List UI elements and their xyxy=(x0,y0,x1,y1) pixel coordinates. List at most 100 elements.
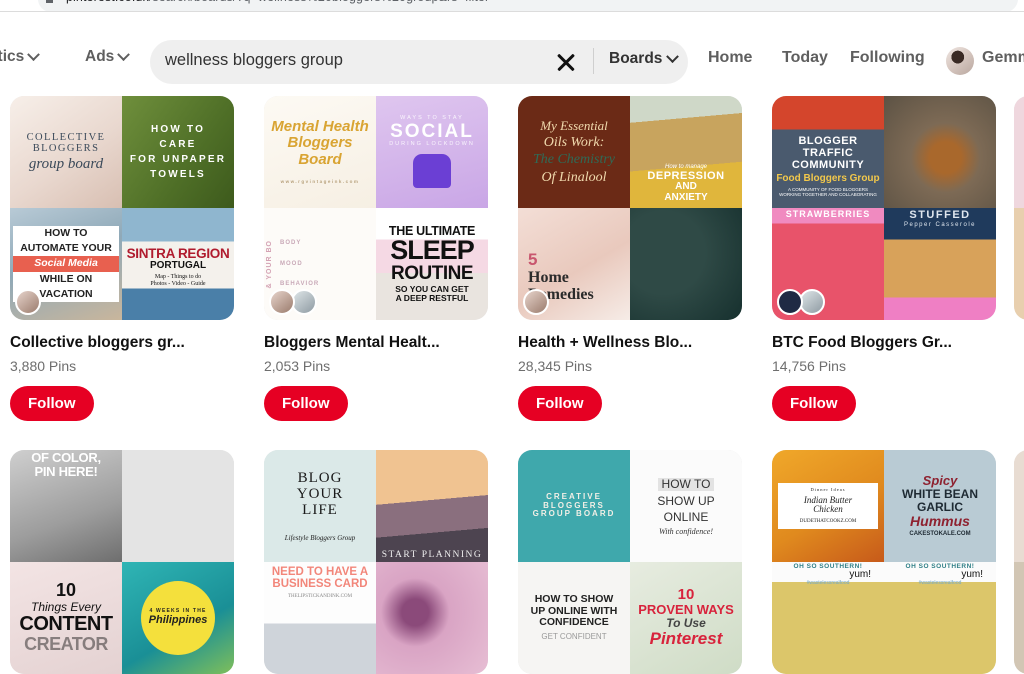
tile-line: 10 xyxy=(55,580,77,601)
contributor-avatar xyxy=(15,289,41,315)
contributor-avatar xyxy=(523,289,549,315)
follow-button[interactable]: Follow xyxy=(264,386,348,421)
tile-line: Bloggers Board xyxy=(287,134,353,168)
tile-line: Social Media xyxy=(13,256,119,272)
board-card[interactable]: CREATIVE BLOGGERS GROUP BOARD HOW TO SHO… xyxy=(518,450,742,674)
board-thumbnail-grid[interactable]: BLOG YOUR LIFE Lifestyle Bloggers Group … xyxy=(264,450,488,674)
board-card[interactable]: Mental Health Bloggers Board www.rgvinta… xyxy=(264,96,488,421)
nav-analytics[interactable]: alytics xyxy=(0,47,41,66)
tile-line: CONTENT xyxy=(19,612,113,635)
board-card[interactable] xyxy=(1014,96,1024,320)
tile-line: SHOW UP xyxy=(657,494,715,509)
thumb-tile: Spicy WHITE BEAN GARLIC Hummus CAKESTOKA… xyxy=(884,450,996,562)
tile-line: Home xyxy=(528,268,569,286)
tile-line: CAKESTOKALE.COM xyxy=(909,531,971,538)
thumb-tile xyxy=(1014,562,1024,674)
tile-line: YOUR xyxy=(296,486,344,503)
tile-line: Photos - Video - Guide xyxy=(150,280,206,287)
board-title[interactable]: Bloggers Mental Healt... xyxy=(264,334,488,352)
board-card[interactable]: OF COLOR, PIN HERE! 10 Things Every CONT… xyxy=(10,450,234,674)
nav-following[interactable]: Following xyxy=(850,49,925,67)
illustration-figure xyxy=(413,154,451,189)
board-title[interactable]: Collective bloggers gr... xyxy=(10,334,234,352)
thumb-tile: 4 WEEKS IN THE Philippines xyxy=(122,562,234,674)
nav-today[interactable]: Today xyxy=(782,49,828,67)
follow-button[interactable]: Follow xyxy=(10,386,94,421)
thumb-tile: OF COLOR, PIN HERE! xyxy=(10,450,122,562)
thumb-tile xyxy=(1014,450,1024,562)
thumb-tile xyxy=(376,562,488,674)
board-card[interactable]: Dinner Ideas Indian Butter Chicken DUDET… xyxy=(772,450,996,674)
tile-line: Spicy xyxy=(922,473,958,489)
thumb-tile: BLOGGER TRAFFIC COMMUNITY Food Bloggers … xyxy=(772,96,884,208)
tile-line: Things Every xyxy=(30,599,102,614)
tile-line: Dinner Ideas xyxy=(810,486,846,492)
tile-line: PIN HERE! xyxy=(34,464,98,480)
board-thumbnail-grid[interactable]: CREATIVE BLOGGERS GROUP BOARD HOW TO SHO… xyxy=(518,450,742,674)
pinterest-header: alytics Ads wellness bloggers group Boar… xyxy=(0,12,1024,84)
board-card[interactable] xyxy=(1014,450,1024,674)
board-thumbnail-grid[interactable]: Dinner Ideas Indian Butter Chicken DUDET… xyxy=(772,450,996,674)
url-domain: pinterest.co.uk xyxy=(66,0,149,4)
tile-line: WHILE ON xyxy=(13,271,119,287)
thumb-tile: START PLANNING xyxy=(376,450,488,562)
boards-filter-dropdown[interactable]: Boards xyxy=(609,49,680,68)
follow-button[interactable]: Follow xyxy=(518,386,602,421)
board-thumbnail-grid[interactable] xyxy=(1014,450,1024,674)
username-label[interactable]: Gemma xyxy=(982,49,1024,67)
tile-line: A DEEP RESTFUL xyxy=(395,293,469,304)
avatar[interactable] xyxy=(946,47,974,75)
board-card[interactable]: BLOG YOUR LIFE Lifestyle Bloggers Group … xyxy=(264,450,488,674)
board-thumbnail-grid[interactable]: COLLECTIVE BLOGGERS group board HOW TO C… xyxy=(10,96,234,320)
tile-line: THELIPSTICKANDINK.COM xyxy=(287,593,353,599)
board-results-grid: COLLECTIVE BLOGGERS group board HOW TO C… xyxy=(0,84,1024,674)
board-thumbnail-grid[interactable]: BLOGGER TRAFFIC COMMUNITY Food Bloggers … xyxy=(772,96,996,320)
board-pin-count: 28,345 Pins xyxy=(518,358,592,374)
thumb-tile xyxy=(1014,96,1024,208)
thumb-tile: HOW TO SHOW UP ONLINE With confidence! xyxy=(630,450,742,562)
thumb-tile xyxy=(1014,208,1024,320)
board-thumbnail-grid[interactable] xyxy=(1014,96,1024,320)
thumb-tile: How to manage DEPRESSION AND ANXIETY xyxy=(630,96,742,208)
tile-line: Food Bloggers Group xyxy=(776,173,880,185)
thumb-tile: HOW TO SHOW UP ONLINE WITH CONFIDENCE GE… xyxy=(518,562,630,674)
lock-icon xyxy=(46,0,53,3)
tile-line: Of Linalool xyxy=(541,169,607,185)
contributor-avatar xyxy=(269,289,295,315)
search-input[interactable]: wellness bloggers group xyxy=(165,51,343,70)
tile-line: Philippines xyxy=(148,613,208,626)
chevron-down-icon xyxy=(27,47,41,61)
thumb-tile: 10 PROVEN WAYS To Use Pinterest xyxy=(630,562,742,674)
tile-line: BODY xyxy=(280,240,302,247)
contributor-avatar xyxy=(777,289,803,315)
nav-ads-label: Ads xyxy=(85,48,115,65)
thumb-tile: STRAWBERRIES xyxy=(772,208,884,320)
board-card[interactable]: My Essential Oils Work: The Chemistry Of… xyxy=(518,96,742,421)
board-thumbnail-grid[interactable]: My Essential Oils Work: The Chemistry Of… xyxy=(518,96,742,320)
tile-line: BLOGGERS xyxy=(32,142,100,154)
board-thumbnail-grid[interactable]: OF COLOR, PIN HERE! 10 Things Every CONT… xyxy=(10,450,234,674)
thumb-tile xyxy=(884,96,996,208)
tile-line: LIFE xyxy=(302,502,338,519)
tile-line: SINTRA REGION xyxy=(126,245,230,261)
tile-line: DURING LOCKDOWN xyxy=(389,141,475,148)
thumb-tile: Mental Health Bloggers Board www.rgvinta… xyxy=(264,96,376,208)
nav-home[interactable]: Home xyxy=(708,49,752,67)
tile-line: GET CONFIDENT xyxy=(541,632,607,642)
tile-line: COMMUNITY xyxy=(791,159,865,172)
nav-ads[interactable]: Ads xyxy=(85,47,131,66)
thumb-tile: BODY MOOD BEHAVIOR & YOUR BO xyxy=(264,208,376,320)
thumb-tile: COLLECTIVE BLOGGERS group board xyxy=(10,96,122,208)
clear-search-icon[interactable] xyxy=(552,48,580,76)
tile-line: FOR UNPAPER xyxy=(129,154,227,165)
tile-line: Mental Health xyxy=(271,118,369,136)
board-pin-count: 3,880 Pins xyxy=(10,358,77,374)
board-card[interactable]: COLLECTIVE BLOGGERS group board HOW TO C… xyxy=(10,96,234,421)
tile-line: SLEEP xyxy=(390,235,475,266)
board-title[interactable]: Health + Wellness Blo... xyxy=(518,334,742,352)
tile-line: Pepper Casserole xyxy=(903,221,977,228)
board-thumbnail-grid[interactable]: Mental Health Bloggers Board www.rgvinta… xyxy=(264,96,488,320)
board-card[interactable]: BLOGGER TRAFFIC COMMUNITY Food Bloggers … xyxy=(772,96,996,421)
follow-button[interactable]: Follow xyxy=(772,386,856,421)
board-title[interactable]: BTC Food Bloggers Gr... xyxy=(772,334,996,352)
